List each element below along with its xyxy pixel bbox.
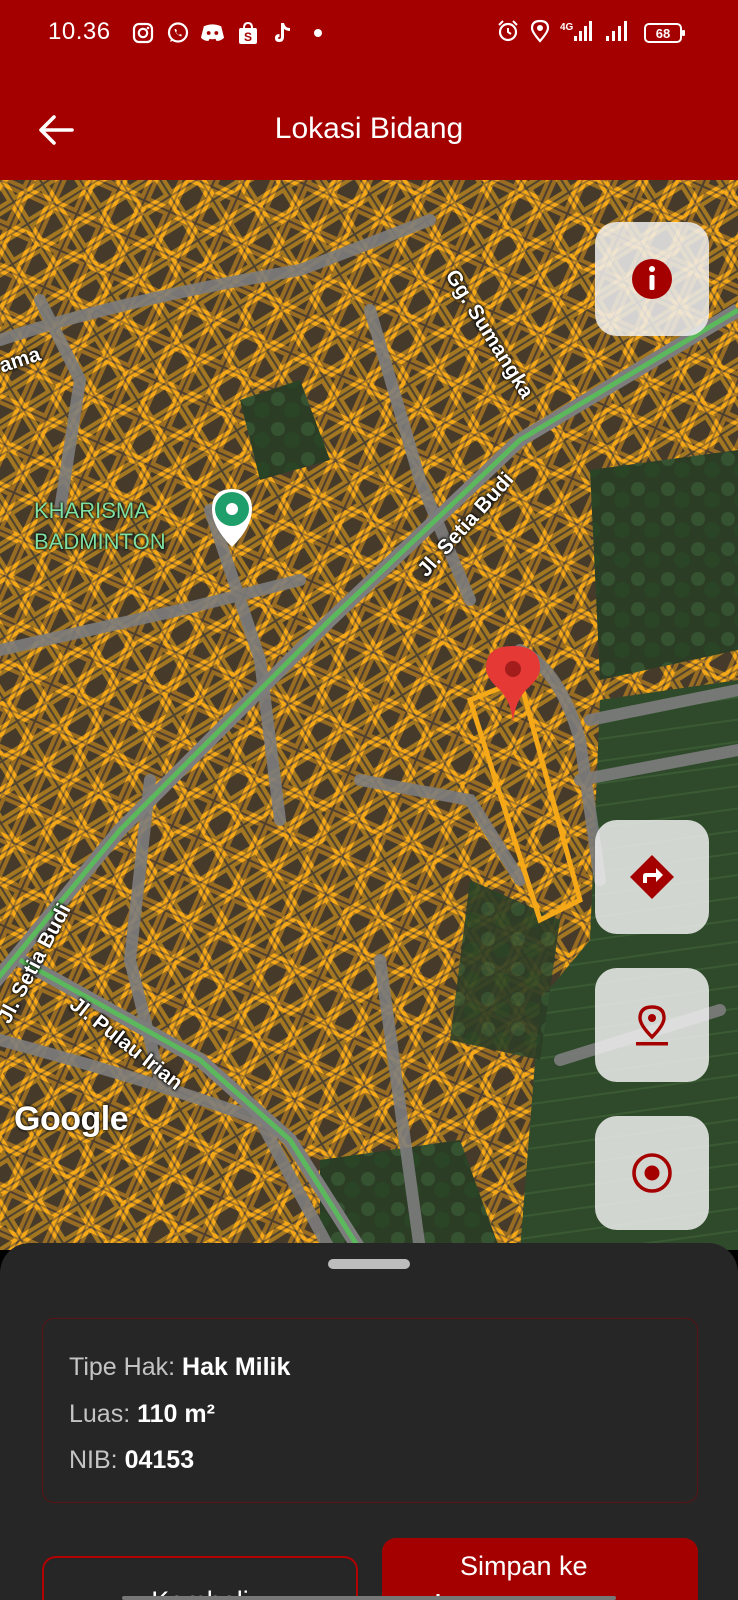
place-marker-button[interactable]	[595, 968, 709, 1082]
poi-label-line1: KHARISMA	[34, 498, 149, 523]
my-location-icon	[632, 1153, 672, 1193]
my-location-button[interactable]	[595, 1116, 709, 1230]
system-icons: 4G 68	[496, 18, 685, 48]
whatsapp-icon	[165, 21, 190, 46]
location-icon	[530, 19, 550, 48]
luas-row: Luas: 110 m²	[69, 1400, 215, 1429]
luas-value: 110 m²	[137, 1400, 215, 1428]
sheet-drag-handle[interactable]	[328, 1259, 410, 1269]
google-attribution: Google	[14, 1100, 129, 1138]
tipe-hak-row: Tipe Hak: Hak Milik	[69, 1353, 290, 1382]
bottom-sheet: Tipe Hak: Hak Milik Luas: 110 m² NIB: 04…	[0, 1243, 738, 1600]
parcel-info-card: Tipe Hak: Hak Milik Luas: 110 m² NIB: 04…	[42, 1318, 698, 1503]
alarm-icon	[496, 19, 520, 48]
gesture-nav-bar	[122, 1596, 616, 1600]
status-bar: 10.36 S 4G 68	[0, 0, 738, 66]
save-to-label: Simpan ke	[460, 1551, 588, 1581]
directions-button[interactable]	[595, 820, 709, 934]
notification-icons: S	[130, 18, 330, 48]
svg-text:S: S	[243, 30, 251, 44]
back-text-button[interactable]: Kembali	[42, 1556, 358, 1600]
signal-icon	[604, 19, 634, 48]
nib-row: NIB: 04153	[69, 1446, 194, 1475]
map-pin-icon[interactable]	[482, 642, 544, 724]
tipe-hak-value: Hak Milik	[182, 1353, 291, 1381]
poi-pin-icon[interactable]	[206, 485, 258, 549]
status-time: 10.36	[48, 18, 111, 45]
nib-value: 04153	[124, 1446, 195, 1474]
shopee-icon: S	[235, 21, 260, 46]
save-to-button[interactable]: Simpan ke	[382, 1538, 698, 1600]
place-marker-icon	[636, 1005, 668, 1046]
nib-label: NIB:	[69, 1446, 118, 1474]
info-icon	[632, 259, 672, 299]
page-title: Lokasi Bidang	[274, 112, 464, 145]
luas-label: Luas:	[69, 1400, 131, 1428]
tipe-hak-label: Tipe Hak:	[69, 1353, 176, 1381]
discord-icon	[200, 21, 225, 46]
dot-icon	[305, 21, 330, 46]
info-button[interactable]	[595, 222, 709, 336]
poi-label-line2: BADMINTON	[34, 529, 166, 554]
app-header: 10.36 S 4G 68 Lokasi Bidang	[0, 0, 738, 180]
poi-label[interactable]: KHARISMA BADMINTON	[34, 495, 166, 557]
signal-4g-icon: 4G	[560, 19, 594, 48]
svg-text:4G: 4G	[560, 22, 574, 33]
instagram-icon	[130, 21, 155, 46]
battery-icon: 68	[644, 23, 685, 43]
satellite-map	[0, 180, 738, 1250]
directions-icon	[630, 855, 674, 899]
tiktok-icon	[270, 21, 295, 46]
map-view[interactable]: Gg. Sumangka Jl. Setia Budi Jl. Setia Bu…	[0, 180, 738, 1250]
